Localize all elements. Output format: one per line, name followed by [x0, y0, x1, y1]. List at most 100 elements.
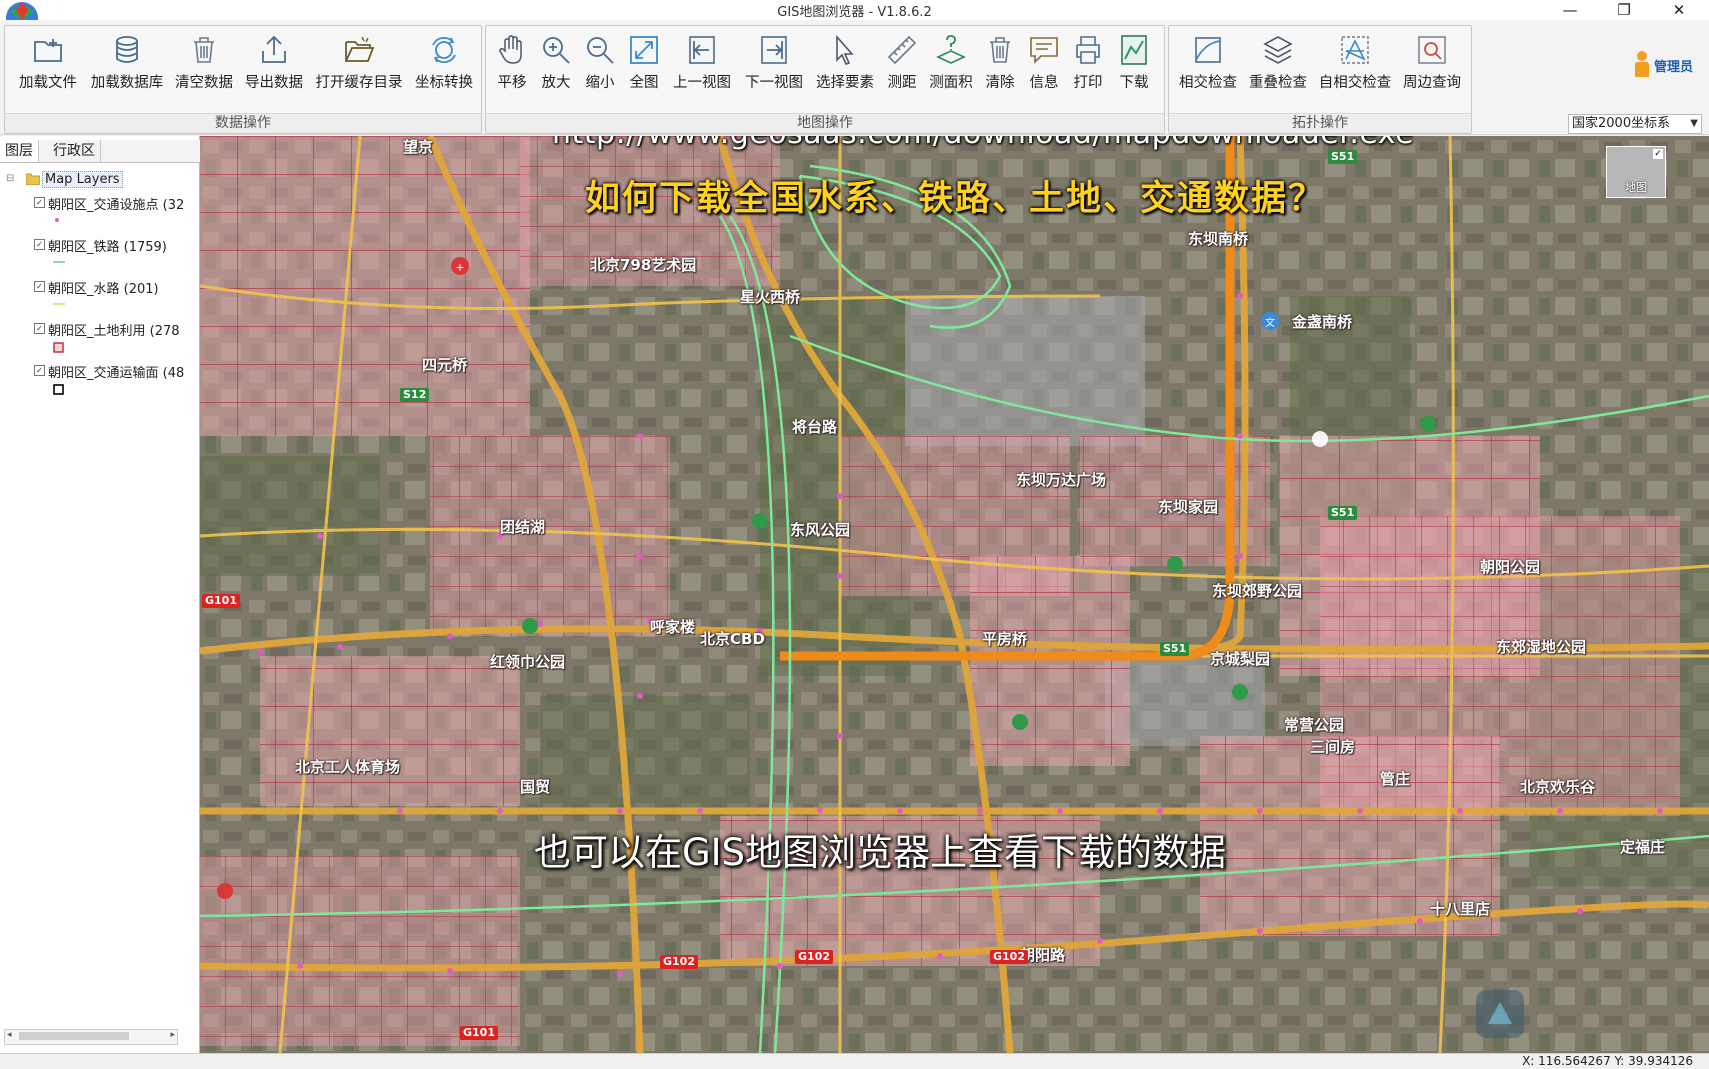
open-cache-dir-button[interactable]: 打开缓存目录	[309, 28, 409, 100]
group-label-topology-operations: 拓扑操作	[1169, 113, 1471, 133]
next-view-button[interactable]: 下一视图	[738, 28, 810, 100]
database-icon	[116, 36, 138, 63]
place-label: 北京798艺术园	[590, 256, 697, 274]
place-label: 四元桥	[422, 356, 468, 374]
full-extent-button[interactable]: 全图	[622, 28, 666, 100]
clear-button[interactable]: 清除	[978, 28, 1022, 100]
printer-icon	[1076, 36, 1100, 64]
download-button[interactable]: 下载	[1110, 28, 1158, 100]
group-topology-operations: 相交检查 重叠检查 自相交检查 周边查询 拓扑操作	[1168, 25, 1472, 134]
tab-layers[interactable]: 图层	[0, 140, 39, 162]
layer-checkbox[interactable]: ✓	[34, 323, 45, 334]
layer-item-traffic-points[interactable]: ✓ 朝阳区_交通设施点 (32	[26, 194, 196, 232]
collapse-icon[interactable]: ⊟	[6, 173, 14, 184]
layer-tree: ⊟ Map Layers ✓ 朝阳区_交通设施点 (32 ✓ 朝阳区_铁路 (1…	[0, 166, 198, 1006]
coordinate-system-select[interactable]: 国家2000坐标系 ▼	[1568, 114, 1702, 134]
layer-checkbox[interactable]: ✓	[34, 239, 45, 250]
window-title: GIS地图浏览器 - V1.8.6.2	[777, 5, 932, 20]
line-symbol-icon	[53, 303, 65, 305]
layer-checkbox[interactable]: ✓	[34, 281, 45, 292]
place-label: 东坝万达广场	[1016, 471, 1107, 489]
basemap-checkbox[interactable]: ✓	[1653, 149, 1663, 159]
place-label: 十八里店	[1430, 900, 1491, 918]
place-label: 团结湖	[500, 518, 546, 536]
group-map-operations: 平移 放大 缩小 全图 上一视图 下一视图 选择要素 测距 测面积 清除 信息 …	[485, 25, 1165, 134]
user-icon	[1635, 51, 1649, 77]
scroll-thumb[interactable]	[19, 1032, 129, 1040]
place-label: 常营公园	[1284, 716, 1345, 734]
group-label-map-operations: 地图操作	[486, 113, 1164, 133]
user-account[interactable]: 管理员	[1630, 50, 1706, 80]
horizontal-scrollbar[interactable]: ◂ ▸	[4, 1029, 178, 1045]
measure-area-button[interactable]: 测面积	[924, 28, 978, 100]
select-feature-button[interactable]: 选择要素	[810, 28, 880, 100]
load-database-button[interactable]: 加载数据库	[83, 28, 171, 100]
print-button[interactable]: 打印	[1066, 28, 1110, 100]
place-label: 红领巾公园	[490, 653, 566, 671]
route-shield: G101	[460, 1026, 498, 1040]
minimize-button[interactable]: —	[1547, 0, 1593, 20]
place-label: 东坝南桥	[1188, 230, 1249, 248]
place-label: 将台路	[792, 418, 838, 436]
scroll-right-icon[interactable]: ▸	[170, 1030, 175, 1040]
route-shield: S12	[400, 388, 430, 402]
folder-open-icon	[345, 36, 375, 62]
place-label: 北京欢乐谷	[1520, 778, 1596, 796]
zoom-out-button[interactable]: 缩小	[578, 28, 622, 100]
maximize-button[interactable]: ❐	[1601, 0, 1647, 20]
previous-view-button[interactable]: 上一视图	[666, 28, 738, 100]
route-shield: S51	[1328, 506, 1358, 520]
refresh-globe-icon	[432, 37, 456, 63]
route-shield: S51	[1160, 642, 1190, 656]
layer-item-railway[interactable]: ✓ 朝阳区_铁路 (1759)	[26, 236, 196, 274]
close-button[interactable]: ✕	[1656, 0, 1702, 20]
svg-text:+: +	[455, 261, 464, 274]
load-file-button[interactable]: 加载文件	[11, 28, 85, 100]
place-label: 东风公园	[790, 521, 851, 539]
place-label: 三间房	[1310, 738, 1356, 756]
logo-watermark-icon	[1476, 990, 1524, 1038]
layer-checkbox[interactable]: ✓	[34, 365, 45, 376]
upload-icon	[262, 35, 286, 63]
layers-panel: 图层 行政区 ⊟ Map Layers ✓ 朝阳区_交通设施点 (32 ✓ 朝阳…	[0, 136, 200, 1053]
self-intersect-check-button[interactable]: 自相交检查	[1313, 28, 1397, 100]
nearby-query-button[interactable]: 周边查询	[1397, 28, 1467, 100]
layer-item-waterway[interactable]: ✓ 朝阳区_水路 (201)	[26, 278, 196, 316]
place-label: 金盏南桥	[1292, 313, 1353, 331]
clear-data-button[interactable]: 清空数据	[169, 28, 239, 100]
overlap-check-button[interactable]: 重叠检查	[1243, 28, 1313, 100]
measure-distance-button[interactable]: 测距	[880, 28, 924, 100]
tab-districts[interactable]: 行政区	[48, 140, 101, 162]
self-intersect-icon	[1341, 36, 1369, 64]
group-label-data-operations: 数据操作	[5, 113, 481, 133]
folder-icon	[26, 173, 40, 185]
map-view[interactable]: + 文 望京 朝阳公园 北京798艺术园 呼家楼 四元桥 东坝南桥 东坝万达广场…	[200, 136, 1709, 1053]
coordinate-transform-button[interactable]: 坐标转换	[409, 28, 479, 100]
place-label: 管庄	[1380, 770, 1411, 788]
video-title-overlay: 如何下载全国水系、铁路、土地、交通数据？	[584, 179, 1325, 219]
download-url-overlay: http://www.geosaas.com/download/mapdownl…	[552, 136, 1414, 151]
layer-checkbox[interactable]: ✓	[34, 197, 45, 208]
ribbon-toolbar: 加载文件 加载数据库 清空数据 导出数据 打开缓存目录 坐标转换 数据操作 平移	[0, 20, 1709, 135]
route-shield: S51	[1328, 150, 1358, 164]
full-extent-icon	[630, 36, 658, 64]
export-data-button[interactable]: 导出数据	[239, 28, 309, 100]
scroll-left-icon[interactable]: ◂	[7, 1030, 12, 1040]
zoom-in-button[interactable]: 放大	[534, 28, 578, 100]
layer-item-transport-area[interactable]: ✓ 朝阳区_交通运输面 (48	[26, 362, 196, 400]
pan-button[interactable]: 平移	[490, 28, 534, 100]
ruler-icon	[887, 35, 917, 65]
intersect-check-button[interactable]: 相交检查	[1173, 28, 1243, 100]
layer-item-land-use[interactable]: ✓ 朝阳区_土地利用 (278	[26, 320, 196, 358]
place-label: 呼家楼	[650, 618, 696, 636]
layers-icon	[1263, 36, 1293, 64]
coordinate-readout: X: 116.564267 Y: 39.934126	[1522, 1054, 1693, 1068]
message-icon	[1030, 37, 1058, 64]
status-bar: X: 116.564267 Y: 39.934126	[0, 1053, 1709, 1069]
place-label: 星火西桥	[740, 288, 801, 306]
basemap-switcher[interactable]: ✓ 地图	[1606, 146, 1666, 198]
info-button[interactable]: 信息	[1022, 28, 1066, 100]
title-bar: GIS地图浏览器 - V1.8.6.2 — ❐ ✕	[0, 0, 1709, 34]
svg-text:文: 文	[1265, 316, 1275, 329]
arrow-right-icon	[761, 36, 787, 64]
